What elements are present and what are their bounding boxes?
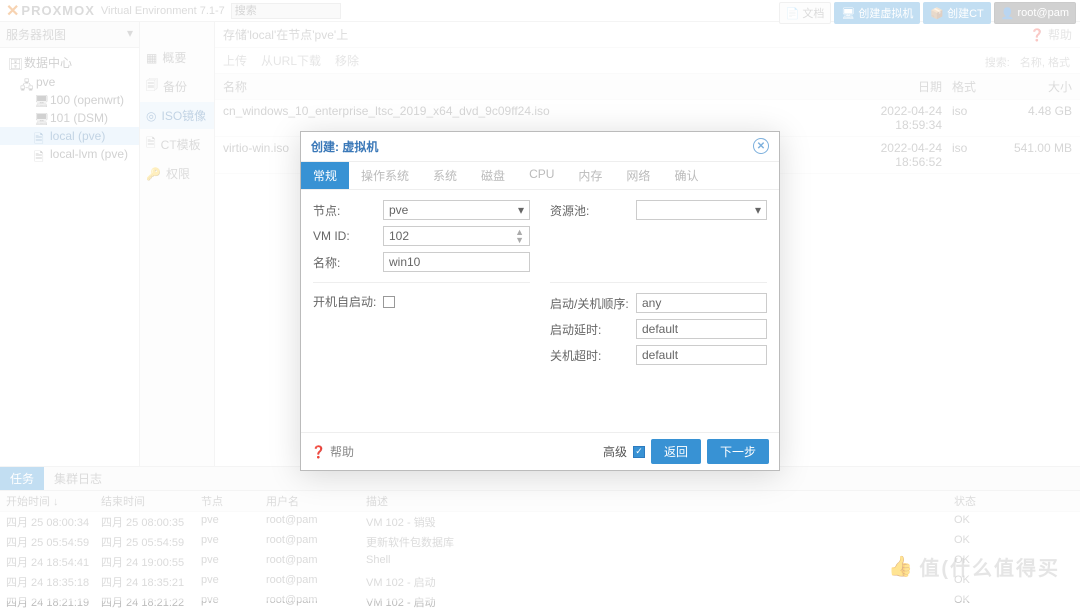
label-pool: 资源池: <box>550 202 630 219</box>
tab-general[interactable]: 常规 <box>301 162 349 189</box>
label-vmid: VM ID: <box>313 229 377 243</box>
autostart-checkbox[interactable] <box>383 296 395 308</box>
wizard-tabs: 常规 操作系统 系统 磁盘 CPU 内存 网络 确认 <box>301 162 779 189</box>
tab-network[interactable]: 网络 <box>614 162 662 189</box>
next-button[interactable]: 下一步 <box>707 439 769 464</box>
up-delay-input[interactable]: default <box>636 319 767 339</box>
label-autostart: 开机自启动: <box>313 293 377 310</box>
dialog-title: 创建: 虚拟机 <box>311 138 378 155</box>
label-name: 名称: <box>313 254 377 271</box>
chevron-down-icon: ▾ <box>755 203 761 217</box>
advanced-checkbox[interactable]: ✓ <box>633 446 645 458</box>
vmid-input[interactable]: 102▲▼ <box>383 226 530 246</box>
back-button[interactable]: 返回 <box>651 439 701 464</box>
tab-memory[interactable]: 内存 <box>566 162 614 189</box>
order-input[interactable]: any <box>636 293 767 313</box>
help-icon: ❓ <box>311 445 326 459</box>
label-up-delay: 启动延时: <box>550 321 630 338</box>
watermark: 👍值(什么值得买 <box>888 552 1060 581</box>
tab-disk[interactable]: 磁盘 <box>469 162 517 189</box>
label-down-timeout: 关机超时: <box>550 347 630 364</box>
close-icon[interactable]: ✕ <box>753 138 769 154</box>
advanced-label: 高级 <box>603 443 627 460</box>
down-timeout-input[interactable]: default <box>636 345 767 365</box>
tab-cpu[interactable]: CPU <box>517 162 566 189</box>
tab-confirm[interactable]: 确认 <box>662 162 710 189</box>
tab-system[interactable]: 系统 <box>421 162 469 189</box>
pool-select[interactable]: ▾ <box>636 200 767 220</box>
chevron-down-icon: ▾ <box>518 203 524 217</box>
node-select[interactable]: pve▾ <box>383 200 530 220</box>
dialog-help-button[interactable]: ❓帮助 <box>311 443 354 460</box>
name-input[interactable]: win10 <box>383 252 530 272</box>
label-node: 节点: <box>313 202 377 219</box>
create-vm-dialog: 创建: 虚拟机 ✕ 常规 操作系统 系统 磁盘 CPU 内存 网络 确认 节点:… <box>300 131 780 471</box>
stepper-icon[interactable]: ▲▼ <box>515 228 524 244</box>
label-order: 启动/关机顺序: <box>550 295 630 312</box>
tab-os[interactable]: 操作系统 <box>349 162 421 189</box>
